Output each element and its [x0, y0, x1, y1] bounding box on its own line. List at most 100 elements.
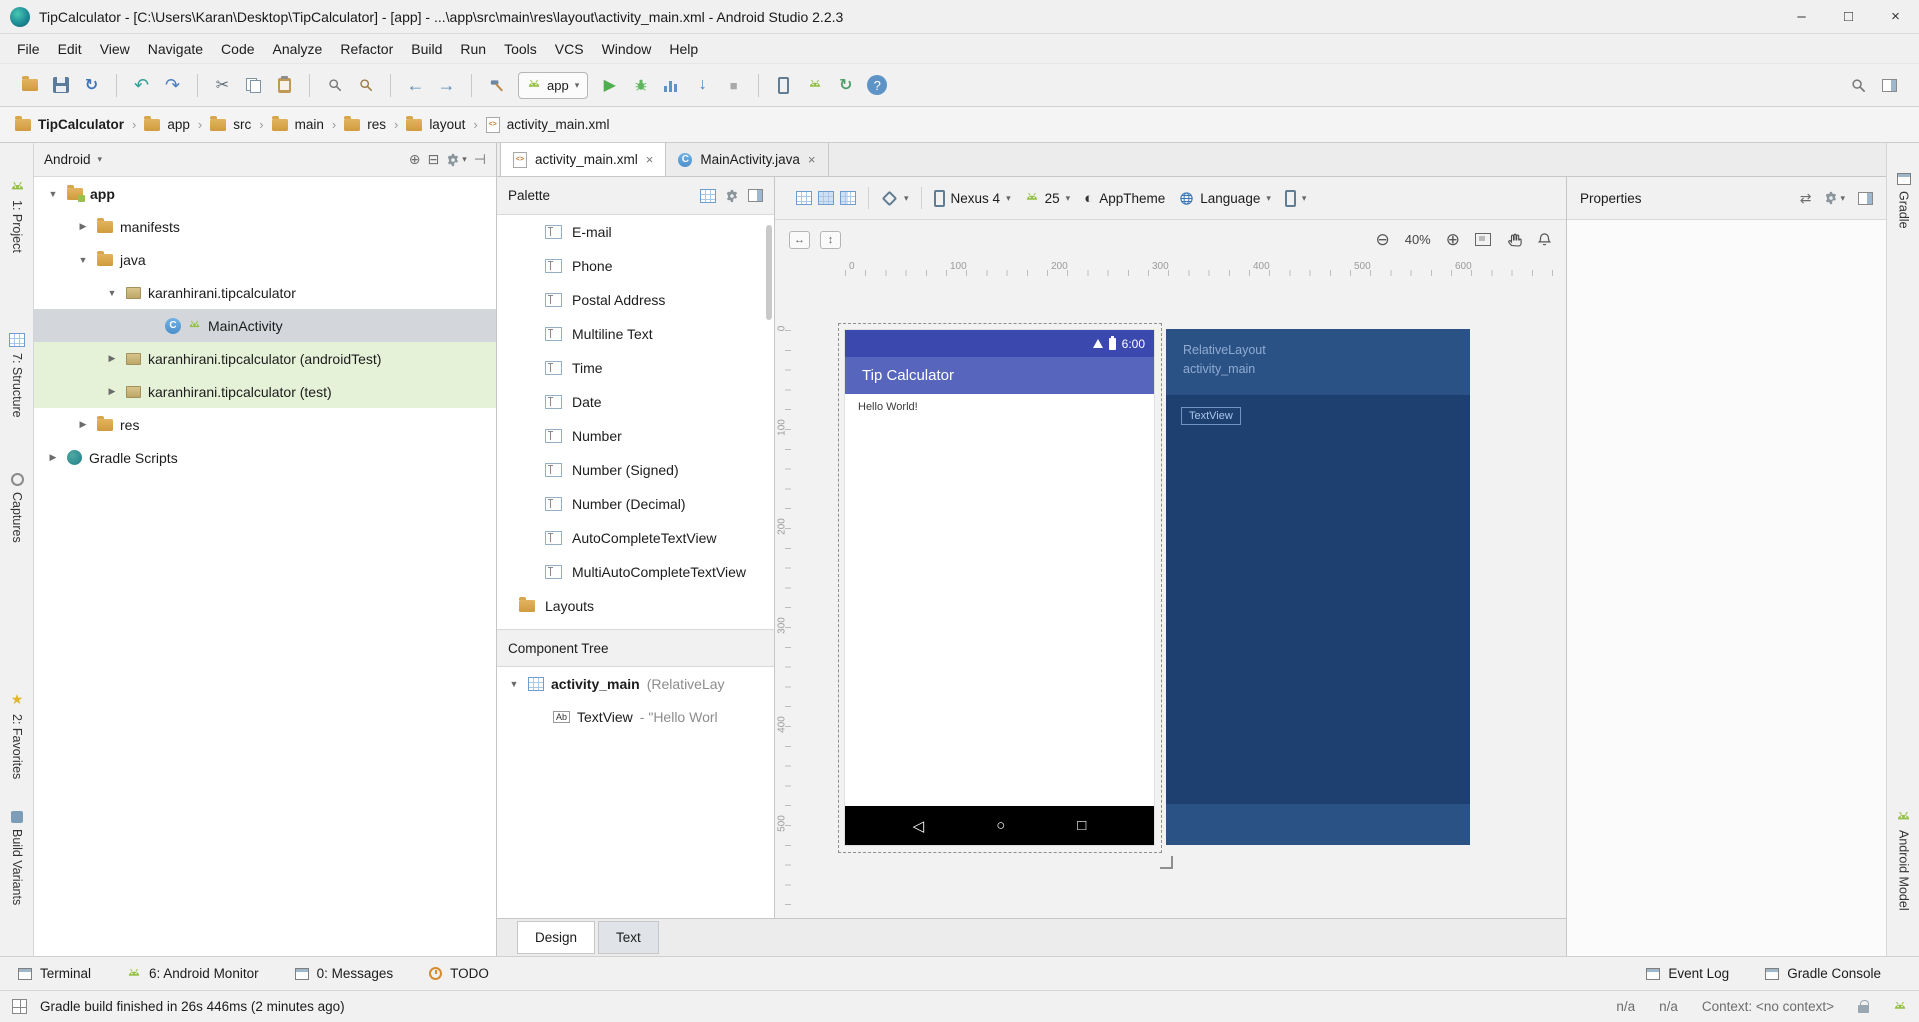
blueprint-textview[interactable]: TextView [1181, 407, 1241, 425]
copy-button[interactable] [240, 72, 267, 99]
breadcrumb-main[interactable]: main [267, 117, 329, 132]
stripe-favorites-button[interactable]: ★ 2: Favorites [0, 691, 34, 779]
tree-item-mainactivity[interactable]: C MainActivity [34, 309, 496, 342]
preview-content[interactable]: Hello World! [845, 394, 1154, 806]
theme-select[interactable]: ◐ AppTheme [1084, 190, 1165, 207]
palette-item-email[interactable]: E-mail [497, 215, 774, 249]
palette-item-multiautocompletetextview[interactable]: MultiAutoCompleteTextView [497, 555, 774, 589]
project-view-select[interactable]: Android [44, 152, 91, 167]
lock-icon[interactable] [1858, 1005, 1869, 1013]
orientation-select[interactable]: ▾ [881, 193, 909, 204]
run-button[interactable]: ▶ [596, 72, 623, 99]
locate-file-button[interactable]: ⊕ [409, 151, 421, 168]
close-icon[interactable]: × [646, 152, 654, 167]
breadcrumb-src[interactable]: src [205, 117, 256, 132]
zoom-to-fit-icon[interactable] [1475, 233, 1491, 246]
swap-views-button[interactable]: ⇄ [1800, 190, 1812, 207]
zoom-in-button[interactable]: ⊕ [1446, 230, 1460, 250]
tab-activity-main-xml[interactable]: activity_main.xml × [500, 143, 666, 176]
run-configuration-select[interactable]: app ▾ [518, 72, 588, 99]
event-log-button[interactable]: Event Log [1646, 966, 1729, 981]
api-level-select[interactable]: 25 ▾ [1025, 191, 1071, 206]
menu-refactor[interactable]: Refactor [331, 38, 402, 60]
fit-width-button[interactable]: ↔ [789, 231, 810, 249]
forward-button[interactable]: → [433, 72, 460, 99]
terminal-button[interactable]: Terminal [18, 966, 91, 981]
toolwindow-layout-icon[interactable] [1882, 79, 1897, 92]
expand-arrow-icon[interactable]: ▼ [46, 189, 60, 199]
expand-arrow-icon[interactable]: ▶ [76, 419, 90, 430]
breadcrumb-activity-main-xml[interactable]: activity_main.xml [481, 117, 615, 133]
tree-item-java[interactable]: ▼ java [34, 243, 496, 276]
tree-item-app[interactable]: ▼ app [34, 177, 496, 210]
dock-icon[interactable] [748, 189, 763, 202]
component-tree-root[interactable]: ▼ activity_main (RelativeLay [497, 667, 774, 700]
palette-item-phone[interactable]: Phone [497, 249, 774, 283]
minimize-button[interactable]: – [1778, 0, 1825, 33]
tab-text[interactable]: Text [598, 921, 659, 954]
tab-design[interactable]: Design [517, 921, 595, 954]
palette-item-autocompletetextview[interactable]: AutoCompleteTextView [497, 521, 774, 555]
preview-textview[interactable]: Hello World! [858, 401, 918, 413]
stripe-build-variants-button[interactable]: Build Variants [0, 811, 34, 905]
component-tree-textview[interactable]: Ab TextView - "Hello Worl [497, 700, 774, 733]
undo-button[interactable]: ↶ [128, 72, 155, 99]
open-button[interactable] [16, 72, 43, 99]
palette-scrollbar[interactable] [766, 225, 772, 320]
device-select[interactable]: Nexus 4 ▾ [934, 190, 1011, 207]
tree-item-manifests[interactable]: ▶ manifests [34, 210, 496, 243]
tree-item-androidtest-package[interactable]: ▶ karanhirani.tipcalculator (androidTest… [34, 342, 496, 375]
palette-category-layouts[interactable]: Layouts [497, 589, 774, 623]
show-design-icon[interactable] [796, 191, 812, 205]
blueprint-view[interactable]: RelativeLayout activity_main TextView [1166, 329, 1470, 845]
close-icon[interactable]: × [808, 152, 816, 167]
expand-arrow-icon[interactable]: ▼ [105, 288, 119, 298]
zoom-out-button[interactable]: ⊖ [1375, 230, 1389, 250]
tree-item-gradle-scripts[interactable]: ▶ Gradle Scripts [34, 441, 496, 474]
language-select[interactable]: Language ▾ [1179, 191, 1271, 206]
expand-arrow-icon[interactable]: ▶ [46, 452, 60, 463]
save-all-button[interactable] [47, 72, 74, 99]
breadcrumb-app[interactable]: app [139, 117, 195, 132]
pan-button[interactable] [1506, 232, 1522, 248]
palette-item-postal-address[interactable]: Postal Address [497, 283, 774, 317]
resize-handle[interactable] [1160, 856, 1173, 869]
sync-button[interactable]: ↻ [78, 72, 105, 99]
fit-height-button[interactable]: ↕ [820, 231, 841, 249]
android-monitor-button[interactable] [658, 72, 685, 99]
menu-window[interactable]: Window [593, 38, 661, 60]
palette-item-number-signed[interactable]: Number (Signed) [497, 453, 774, 487]
expand-arrow-icon[interactable]: ▶ [105, 353, 119, 364]
dock-icon[interactable] [1858, 192, 1873, 205]
menu-run[interactable]: Run [451, 38, 495, 60]
menu-vcs[interactable]: VCS [546, 38, 593, 60]
replace-button[interactable] [352, 72, 379, 99]
sdk-manager-button[interactable] [801, 72, 828, 99]
expand-arrow-icon[interactable]: ▶ [105, 386, 119, 397]
menu-help[interactable]: Help [660, 38, 707, 60]
stripe-captures-button[interactable]: Captures [0, 473, 34, 543]
stripe-structure-button[interactable]: 7: Structure [0, 333, 34, 418]
tree-item-res[interactable]: ▶ res [34, 408, 496, 441]
notifications-button[interactable] [1537, 232, 1552, 247]
palette-item-date[interactable]: Date [497, 385, 774, 419]
cut-button[interactable]: ✂ [209, 72, 236, 99]
menu-code[interactable]: Code [212, 38, 263, 60]
palette-item-number[interactable]: Number [497, 419, 774, 453]
expand-arrow-icon[interactable]: ▼ [76, 255, 90, 265]
debug-button[interactable] [627, 72, 654, 99]
search-everywhere-button[interactable] [1851, 78, 1866, 93]
android-monitor-button[interactable]: 6: Android Monitor [127, 966, 259, 981]
show-both-icon[interactable] [840, 191, 856, 205]
screen-mode-select[interactable]: ▾ [1285, 190, 1307, 207]
palette-item-time[interactable]: Time [497, 351, 774, 385]
menu-build[interactable]: Build [402, 38, 451, 60]
chevron-down-icon[interactable]: ▾ [98, 154, 103, 165]
redo-button[interactable]: ↷ [159, 72, 186, 99]
tree-item-test-package[interactable]: ▶ karanhirani.tipcalculator (test) [34, 375, 496, 408]
palette-settings-button[interactable] [725, 189, 739, 203]
toolwindow-toggle-icon[interactable] [12, 999, 27, 1014]
collapse-all-button[interactable]: ⊟ [428, 151, 440, 168]
todo-button[interactable]: TODO [429, 966, 489, 981]
stripe-project-button[interactable]: 1: Project [0, 181, 34, 253]
